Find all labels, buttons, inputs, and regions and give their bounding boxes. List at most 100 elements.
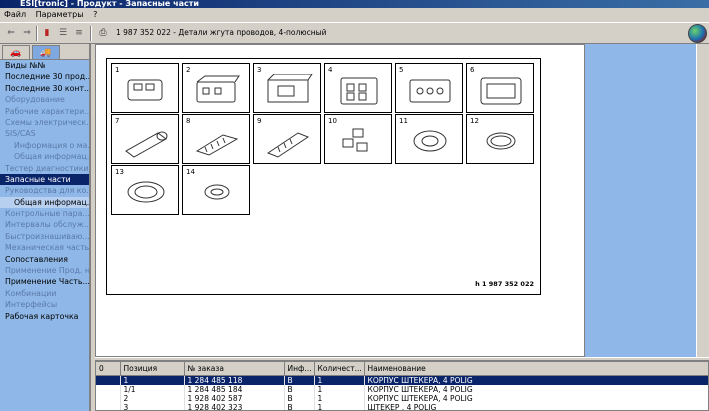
- drawing-cell[interactable]: 4: [324, 63, 392, 113]
- column-header[interactable]: 0: [96, 362, 121, 376]
- drawing-cell[interactable]: 7: [111, 114, 179, 164]
- globe-icon[interactable]: [688, 24, 707, 43]
- drawing-cell-number: 4: [328, 66, 333, 74]
- sidebar-item[interactable]: Оборудование: [0, 94, 89, 105]
- menu-file[interactable]: Файл: [0, 8, 29, 19]
- parts-table: 0 Позиция № заказа Инф... Количест... Наимено…: [96, 362, 708, 410]
- table-cell: 1 284 485 118: [184, 375, 285, 385]
- bookmark-icon[interactable]: ▮: [40, 26, 54, 40]
- drawing-cell[interactable]: 9: [253, 114, 321, 164]
- sidebar-tabs: 🚗 🚚: [0, 44, 89, 60]
- part-illustration: [127, 79, 163, 101]
- drawing-cell[interactable]: 8: [182, 114, 250, 164]
- column-header[interactable]: Наименование: [364, 362, 708, 376]
- table-row[interactable]: 21 928 402 587 B 1 КОРПУС ШТЕКЕРА, 4 POLIG: [96, 393, 708, 403]
- toolbar: ⇐ ⇒ ▮ ☰ ≡ ⎙ 1 987 352 022 - Детали жгута…: [0, 22, 709, 44]
- drawing-cell-number: 10: [328, 117, 337, 125]
- sidebar-item[interactable]: Виды №№: [0, 60, 89, 71]
- sidebar-item[interactable]: Интерфейсы: [0, 299, 89, 310]
- part-illustration: [204, 184, 230, 200]
- sidebar-item[interactable]: Интервалы обслуж...: [0, 219, 89, 230]
- table-cell: КОРПУС ШТЕКЕРА, 4 POLIG: [364, 393, 708, 403]
- column-header[interactable]: № заказа: [184, 362, 285, 376]
- sidebar-item[interactable]: SIS/CAS: [0, 128, 89, 139]
- drawing-cell[interactable]: 10: [324, 114, 392, 164]
- table-row[interactable]: 1/1 1 284 485 184 B 1 КОРПУС ШТЕКЕРА, 4 POLI…: [96, 384, 708, 394]
- sidebar-item[interactable]: Механическая часть: [0, 242, 89, 253]
- sidebar-item[interactable]: Сопоставления: [0, 254, 89, 265]
- sidebar-item[interactable]: Общая информац...: [0, 151, 89, 162]
- drawing-cell-number: 12: [470, 117, 479, 125]
- list-indent-icon[interactable]: ≡: [72, 26, 86, 40]
- sidebar-item[interactable]: Последние 30 прод...: [0, 71, 89, 82]
- sidebar-item[interactable]: Последние 30 конт...: [0, 83, 89, 94]
- drawing-cell-number: 6: [470, 66, 475, 74]
- toolbar-separator: [90, 26, 92, 41]
- column-header[interactable]: Инф...: [284, 362, 315, 376]
- menu-params[interactable]: Параметры: [32, 8, 87, 19]
- vertical-scrollbar[interactable]: [696, 44, 709, 357]
- table-cell: [96, 384, 121, 394]
- drawing-cell[interactable]: 2: [182, 63, 250, 113]
- table-cell: ШТЕКЕР , 4 POLIG: [364, 402, 708, 410]
- drawing-cell[interactable]: 1: [111, 63, 179, 113]
- toolbar-separator: [36, 26, 38, 41]
- part-illustration: [340, 77, 378, 105]
- drawing-cell[interactable]: 14: [182, 165, 250, 215]
- part-illustration: [480, 77, 522, 105]
- sidebar-item[interactable]: Контрольные пара...: [0, 208, 89, 219]
- forward-arrow-icon[interactable]: ⇒: [20, 26, 34, 40]
- title-bar: ESI[tronic] - Продукт - Запасные части: [0, 0, 709, 8]
- part-illustration: [486, 132, 516, 150]
- table-cell: [96, 402, 121, 410]
- sidebar-item[interactable]: Быстроизнашиваю...: [0, 231, 89, 242]
- table-row[interactable]: 31 928 402 323 B 1 ШТЕКЕР , 4 POLIG: [96, 402, 708, 410]
- sidebar-item[interactable]: Общая информац...: [0, 196, 89, 209]
- drawing-cell-number: 9: [257, 117, 262, 125]
- table-cell: 1 284 485 184: [184, 384, 285, 394]
- sidebar-item[interactable]: Схемы электрическ...: [0, 117, 89, 128]
- table-cell: 1: [314, 384, 365, 394]
- truck-icon[interactable]: 🚚: [32, 45, 60, 59]
- column-header[interactable]: Количест...: [314, 362, 365, 376]
- sidebar-item[interactable]: Тестер диагностики: [0, 163, 89, 174]
- sidebar-item[interactable]: Применение Часть...: [0, 276, 89, 287]
- sidebar-item[interactable]: Комбинации: [0, 288, 89, 299]
- sidebar-list: Виды №№ Последние 30 прод... Последние 30 …: [0, 60, 89, 322]
- sidebar-item[interactable]: Запасные части: [0, 173, 89, 186]
- sidebar-item[interactable]: Информация о ма...: [0, 140, 89, 151]
- sidebar-item[interactable]: Применение Прод. н...: [0, 265, 89, 276]
- car-icon[interactable]: 🚗: [2, 45, 30, 59]
- sidebar-item[interactable]: Руководства для ко...: [0, 185, 89, 196]
- print-icon[interactable]: ⎙: [96, 26, 110, 40]
- drawing-cell[interactable]: 11: [395, 114, 463, 164]
- sidebar-item[interactable]: Рабочие характери...: [0, 106, 89, 117]
- table-cell: B: [284, 402, 315, 410]
- table-cell: B: [284, 384, 315, 394]
- table-cell: 2: [120, 393, 185, 403]
- table-cell: 1: [314, 375, 365, 385]
- table-cell: 1: [314, 393, 365, 403]
- sidebar-item[interactable]: Рабочая карточка: [0, 311, 89, 322]
- drawing-cell[interactable]: 13: [111, 165, 179, 215]
- list-icon[interactable]: ☰: [56, 26, 70, 40]
- table-cell: КОРПУС ШТЕКЕРА, 4 POLIG: [364, 384, 708, 394]
- drawing-cell[interactable]: 12: [466, 114, 534, 164]
- drawing-cell[interactable]: 3: [253, 63, 321, 113]
- column-header[interactable]: Позиция: [120, 362, 185, 376]
- drawing-cell-number: 3: [257, 66, 262, 74]
- table-row[interactable]: 11 284 485 118 B 1 КОРПУС ШТЕКЕРА, 4 POLIG: [96, 375, 708, 385]
- drawing-cell-number: 1: [115, 66, 120, 74]
- table-cell: B: [284, 375, 315, 385]
- back-arrow-icon[interactable]: ⇐: [4, 26, 18, 40]
- part-illustration: [196, 75, 240, 103]
- menu-help[interactable]: ?: [89, 8, 100, 19]
- drawing-cell[interactable]: 5: [395, 63, 463, 113]
- part-illustration: [413, 130, 447, 152]
- table-cell: [96, 375, 121, 385]
- part-illustration: [409, 79, 451, 103]
- drawing-part-number: h 1 987 352 022: [475, 280, 534, 288]
- drawing-cell[interactable]: 6: [466, 63, 534, 113]
- drawing-cell-number: 7: [115, 117, 120, 125]
- drawing-pane: h 1 987 352 022 1 2 3 4 5 6 7 8 9 10 11 12 13 14: [95, 44, 585, 357]
